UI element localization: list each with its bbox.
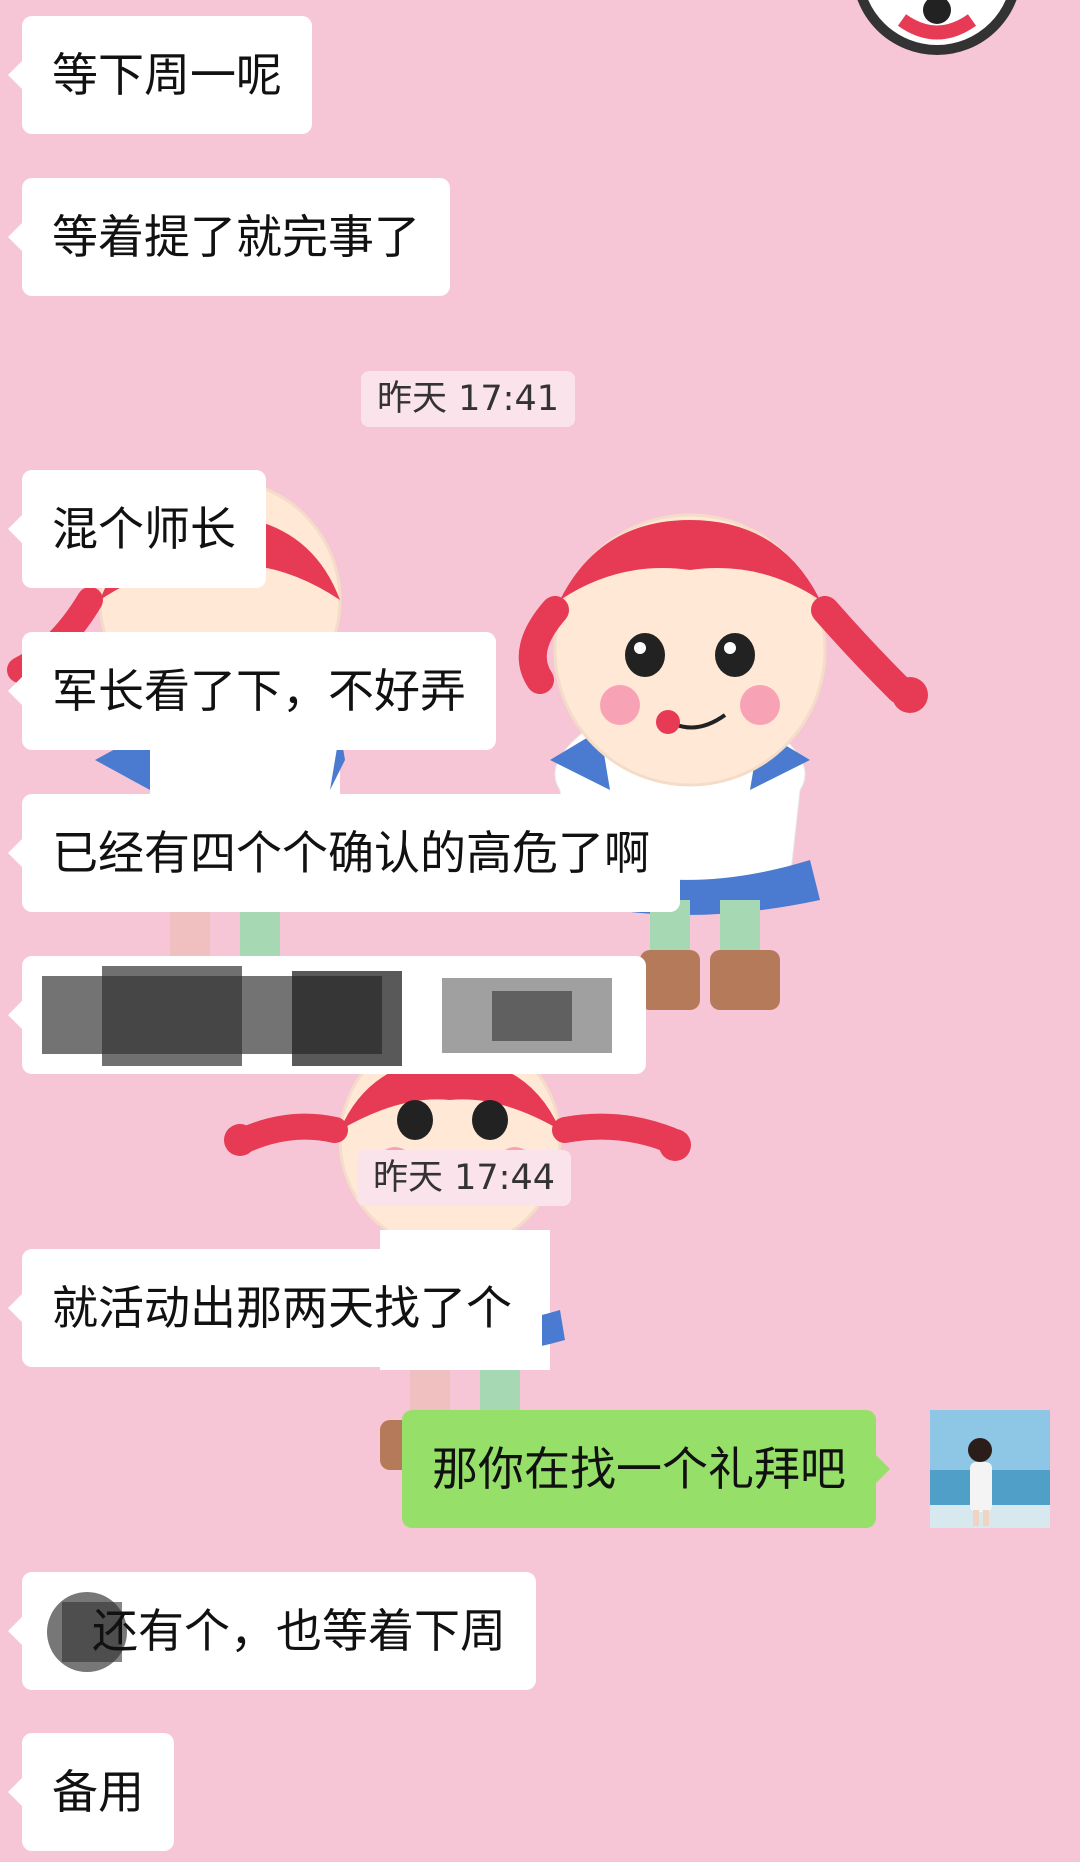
message-text: 混个师长 (52, 502, 236, 556)
sender-avatar[interactable] (930, 1410, 1050, 1528)
message-bubble-10[interactable]: 备用 (8, 1733, 174, 1851)
message-text: 那你在找一个礼拜吧 (432, 1442, 846, 1496)
timestamp-2: 昨天 17:44 (357, 1150, 571, 1206)
app-corner-icon (857, 0, 1017, 55)
message-text: 还有个，也等着下周 (92, 1604, 506, 1658)
message-text: 备用 (52, 1765, 144, 1819)
message-bubble-outgoing[interactable]: 那你在找一个礼拜吧 (402, 1410, 890, 1528)
message-text: 等着提了就完事了 (52, 210, 420, 264)
message-bubble-1[interactable]: 等下周一呢 (8, 16, 312, 134)
avatar-image (930, 1410, 1050, 1528)
timestamp-1: 昨天 17:41 (361, 371, 575, 427)
message-bubble-2[interactable]: 等着提了就完事了 (8, 178, 450, 296)
message-bubble-4[interactable]: 军长看了下，不好弄 (8, 632, 496, 750)
message-bubble-3[interactable]: 混个师长 (8, 470, 266, 588)
message-text: 军长看了下，不好弄 (52, 664, 466, 718)
message-text: 就活动出那两天找了个 (52, 1281, 512, 1335)
message-bubble-redacted[interactable] (8, 956, 646, 1074)
message-bubble-9[interactable]: 还有个，也等着下周 (8, 1572, 536, 1690)
message-bubble-7[interactable]: 就活动出那两天找了个 (8, 1249, 542, 1367)
message-text: 已经有四个个确认的高危了啊 (52, 826, 650, 880)
message-bubble-5[interactable]: 已经有四个个确认的高危了啊 (8, 794, 680, 912)
cartoon-girl-1 (518, 513, 928, 1010)
message-text: 等下周一呢 (52, 48, 282, 102)
redaction-scribble (42, 966, 612, 1066)
